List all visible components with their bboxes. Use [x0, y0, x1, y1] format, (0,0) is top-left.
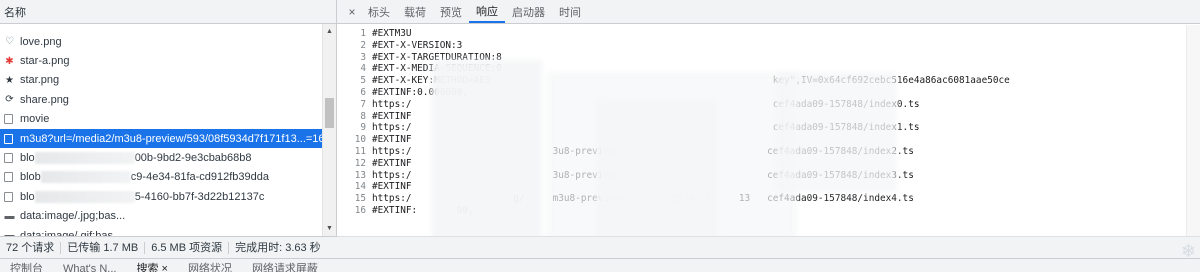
list-item[interactable]: blo 5-4160-bb7f-3d22b12137c — [0, 187, 322, 206]
line-number: 2 — [360, 39, 366, 51]
response-panel: × 标头 载荷 预览 响应 启动器 时间 1 #EXTM3U 2 #EXT-X-VERSION:… — [337, 0, 1200, 261]
list-item[interactable]: ✱ star-a.png — [0, 51, 322, 70]
list-item[interactable]: ★ star.png — [0, 71, 322, 90]
blurred-redaction — [34, 190, 135, 203]
list-item[interactable]: ▬ data:image/.gif;bas... — [0, 226, 322, 236]
line-text: #EXTINF — [372, 157, 412, 169]
doc-icon — [4, 172, 13, 183]
transferred-size: 已传输 1.7 MB — [61, 241, 146, 254]
drawer-tab-1[interactable]: What's N... — [53, 259, 126, 272]
line-number: 15 — [354, 193, 366, 205]
drawer-tab-4[interactable]: 网络请求屏蔽 — [242, 259, 328, 272]
line-number: 3 — [360, 51, 366, 63]
list-item[interactable]: ♡ love.png — [0, 32, 322, 51]
close-icon[interactable]: × — [343, 0, 361, 23]
file-name-suffix: 00b-9bd2-9e3cbab68b8 — [134, 152, 252, 165]
line-number: 9 — [360, 122, 366, 134]
request-list-panel: 名称 ♡ love.png ✱ star-a.png ★ star.png ⟳ share.p… — [0, 0, 337, 258]
blurred-redaction — [40, 171, 131, 184]
list-item[interactable]: ⟳ share.png — [0, 90, 322, 109]
line-text: #EXTINF — [372, 134, 412, 146]
request-list-scrollbar[interactable]: ▲ ▼ — [322, 24, 336, 236]
file-name: star.png — [20, 74, 60, 87]
line-text: #EXTINF — [372, 181, 412, 193]
list-item-partial[interactable] — [0, 24, 322, 32]
line-number: 8 — [360, 110, 366, 122]
drawer-tab-2[interactable]: 搜索 × — [126, 259, 177, 272]
line-number: 1 — [360, 28, 366, 39]
line-number: 12 — [354, 157, 366, 169]
blurred-redaction — [34, 152, 135, 165]
file-name: share.png — [20, 93, 69, 106]
doc-icon — [4, 153, 13, 164]
file-name-suffix: 5-4160-bb7f-3d22b12137c — [134, 190, 265, 203]
drawer-tabs: 控制台 What's N... 搜索 × 网络状况 网络请求屏蔽 — [0, 258, 1200, 272]
request-count: 72 个请求 — [0, 241, 62, 254]
tab-2[interactable]: 预览 — [433, 0, 469, 23]
list-item[interactable]: blob c9-4e34-81fa-cd912fb39dda — [0, 168, 322, 187]
file-name: blob — [20, 171, 41, 184]
line-text: #EXT-X-VERSION:3 — [372, 39, 463, 51]
line-number: 4 — [360, 63, 366, 75]
file-name: blo — [20, 190, 35, 203]
drawer-tab-3[interactable]: 网络状况 — [178, 259, 242, 272]
response-scrollbar[interactable] — [1186, 25, 1200, 236]
star-red-icon: ✱ — [5, 55, 14, 67]
scrollbar-thumb[interactable] — [325, 98, 334, 128]
line-number: 10 — [354, 134, 366, 146]
line-text: #EXTINF — [372, 110, 412, 122]
line-number: 7 — [360, 98, 366, 110]
blurred-redaction — [432, 60, 542, 250]
response-footer: ❄ — [337, 236, 1200, 261]
doc-icon — [4, 114, 13, 125]
network-status-bar: 72 个请求 已传输 1.7 MB 6.5 MB 项资源 完成用时: 3.63 … — [0, 236, 337, 258]
scroll-down-icon[interactable]: ▼ — [326, 225, 333, 232]
code-line: 1 #EXTM3U — [337, 28, 1186, 40]
list-item[interactable]: movie — [0, 110, 322, 129]
file-name: movie — [20, 113, 50, 126]
line-number: 14 — [354, 181, 366, 193]
file-name: love.png — [20, 35, 62, 48]
line-number: 13 — [354, 169, 366, 181]
line-text: #EXTM3U — [372, 28, 412, 39]
doc-icon — [4, 191, 13, 202]
line-number: 16 — [354, 204, 366, 216]
file-name: star-a.png — [20, 55, 70, 68]
list-item[interactable]: blo 00b-9bd2-9e3cbab68b8 — [0, 148, 322, 167]
finish-time: 完成用时: 3.63 秒 — [235, 241, 321, 254]
line-number: 11 — [354, 145, 366, 157]
list-item[interactable]: ▬ data:image/.jpg;bas... — [0, 207, 322, 226]
file-name: m3u8?url=/media2/m3u8-preview/593/08f593… — [20, 132, 322, 145]
image-icon: ▬ — [4, 210, 15, 222]
doc-icon — [4, 133, 13, 144]
file-name: blo — [20, 152, 35, 165]
request-list: ♡ love.png ✱ star-a.png ★ star.png ⟳ share.png m… — [0, 24, 322, 236]
code-line: 2 #EXT-X-VERSION:3 — [337, 40, 1186, 52]
drawer-tab-0[interactable]: 控制台 — [0, 259, 53, 272]
tab-0[interactable]: 标头 — [361, 0, 397, 23]
share-icon: ⟳ — [5, 94, 14, 106]
heart-outline-icon: ♡ — [5, 36, 14, 48]
detail-tabs: × 标头 载荷 预览 响应 启动器 时间 — [337, 0, 1200, 24]
blurred-redaction — [777, 72, 897, 192]
tab-1[interactable]: 载荷 — [397, 0, 433, 23]
tab-4[interactable]: 启动器 — [505, 0, 552, 23]
line-number: 5 — [360, 75, 366, 87]
star-icon: ★ — [5, 74, 14, 86]
line-number: 6 — [360, 86, 366, 98]
resources-size: 6.5 MB 项资源 — [145, 241, 230, 254]
file-name-suffix: c9-4e34-81fa-cd912fb39dda — [130, 171, 270, 184]
tab-3[interactable]: 响应 — [469, 0, 505, 23]
file-name: data:image/.jpg;bas... — [20, 210, 126, 223]
name-column-header[interactable]: 名称 — [0, 0, 336, 24]
scroll-up-icon[interactable]: ▲ — [326, 28, 333, 35]
list-item[interactable]: m3u8?url=/media2/m3u8-preview/593/08f593… — [0, 128, 322, 149]
tab-5[interactable]: 时间 — [552, 0, 588, 23]
